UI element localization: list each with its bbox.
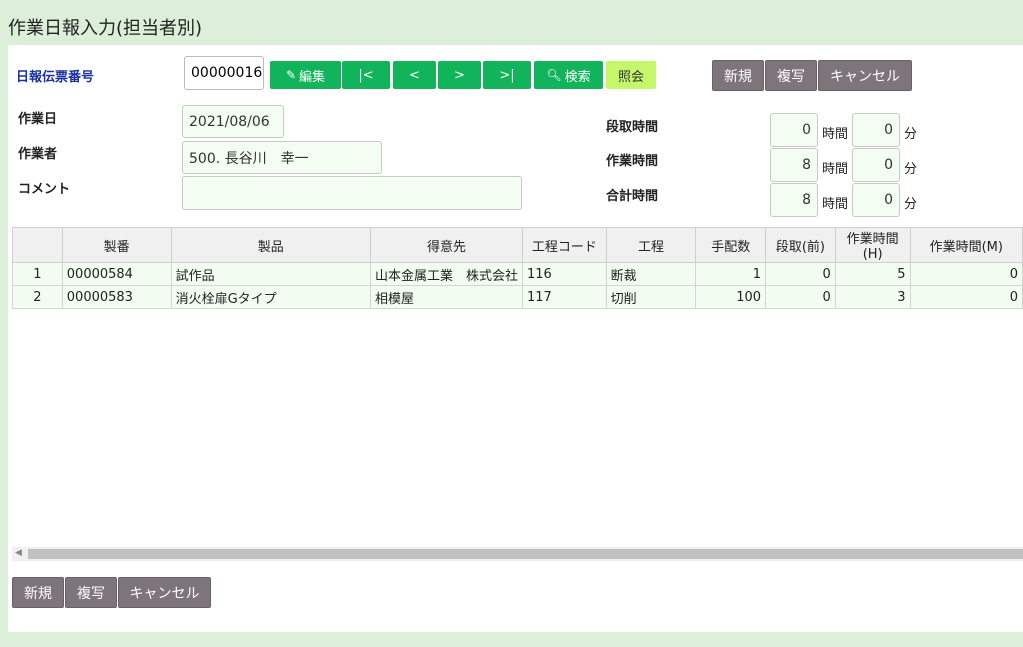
- setup-time-label: 段取時間: [606, 120, 659, 135]
- scroll-left-icon[interactable]: ◀: [15, 548, 22, 558]
- work-report-table: 製番 製品 得意先 工程コード 工程 手配数 段取(前) 作業時間(H) 作業時…: [12, 227, 1023, 309]
- total-time-label: 合計時間: [606, 189, 659, 204]
- horizontal-scrollbar[interactable]: ◀: [12, 547, 1023, 561]
- column-header-quantity[interactable]: 手配数: [695, 227, 767, 263]
- row-index-cell: 2: [12, 285, 63, 309]
- column-header-work-hours[interactable]: 作業時間(H): [834, 227, 911, 263]
- main-panel: 日報伝票番号 00000016 ✎ 編集 |< < > >| 🔍︎ 検索 照会 新規…: [8, 45, 1023, 632]
- column-header-customer[interactable]: 得意先: [369, 227, 524, 263]
- slip-number-input[interactable]: 00000016: [184, 56, 264, 90]
- serial-cell[interactable]: 00000583: [61, 285, 172, 309]
- last-record-button[interactable]: >|: [483, 61, 531, 89]
- copy-button-top[interactable]: 複写: [765, 60, 817, 91]
- total-hours-input[interactable]: 8: [770, 183, 818, 217]
- column-header-product[interactable]: 製品: [170, 227, 371, 263]
- column-header-setup[interactable]: 段取(前): [765, 227, 836, 263]
- work-hours-cell[interactable]: 3: [834, 285, 911, 309]
- setup-cell[interactable]: 0: [765, 285, 836, 309]
- product-cell[interactable]: 試作品: [170, 262, 371, 286]
- row-index-cell: 1: [12, 262, 63, 286]
- work-hours-input[interactable]: 8: [770, 148, 818, 182]
- scrollbar-thumb[interactable]: [28, 549, 1023, 559]
- setup-hours-input[interactable]: 0: [770, 113, 818, 147]
- copy-button-bottom[interactable]: 複写: [65, 577, 117, 608]
- table-header-row: 製番 製品 得意先 工程コード 工程 手配数 段取(前) 作業時間(H) 作業時…: [12, 227, 1023, 263]
- work-date-input[interactable]: 2021/08/06: [182, 105, 284, 138]
- next-record-button[interactable]: >: [438, 61, 481, 89]
- setup-minutes-unit: 分: [904, 127, 918, 142]
- total-minutes-input[interactable]: 0: [852, 183, 900, 217]
- column-header-work-minutes[interactable]: 作業時間(M): [909, 227, 1023, 263]
- worker-label: 作業者: [18, 147, 58, 162]
- process-code-cell[interactable]: 116: [522, 262, 607, 286]
- search-icon: 🔍︎: [546, 68, 562, 82]
- worker-input[interactable]: 500. 長谷川 幸一: [182, 141, 382, 174]
- comment-label: コメント: [18, 182, 71, 197]
- quantity-cell[interactable]: 1: [695, 262, 767, 286]
- table-row[interactable]: 1 00000584 試作品 山本金属工業 株式会社 116 断裁 1 0 5 …: [12, 262, 1023, 286]
- cancel-button-bottom[interactable]: キャンセル: [118, 577, 211, 608]
- search-button[interactable]: 🔍︎ 検索: [534, 61, 603, 89]
- customer-cell[interactable]: 相模屋: [369, 285, 524, 309]
- process-code-cell[interactable]: 117: [522, 285, 607, 309]
- new-button-top[interactable]: 新規: [712, 60, 764, 91]
- slip-number-label: 日報伝票番号: [16, 70, 95, 85]
- process-cell[interactable]: 切削: [605, 285, 697, 309]
- product-cell[interactable]: 消火栓扉Gタイプ: [170, 285, 371, 309]
- process-cell[interactable]: 断裁: [605, 262, 697, 286]
- inquiry-button[interactable]: 照会: [606, 61, 656, 89]
- edit-button[interactable]: ✎ 編集: [270, 61, 341, 89]
- table-row[interactable]: 2 00000583 消火栓扉Gタイプ 相模屋 117 切削 100 0 3 0: [12, 285, 1023, 309]
- work-minutes-input[interactable]: 0: [852, 148, 900, 182]
- work-minutes-cell[interactable]: 0: [909, 285, 1023, 309]
- prev-record-button[interactable]: <: [393, 61, 436, 89]
- comment-input[interactable]: [182, 176, 522, 210]
- total-hours-unit: 時間: [822, 197, 849, 212]
- edit-icon: ✎: [285, 68, 297, 82]
- serial-cell[interactable]: 00000584: [61, 262, 172, 286]
- page-title: 作業日報入力(担当者別): [8, 18, 203, 39]
- work-minutes-cell[interactable]: 0: [909, 262, 1023, 286]
- quantity-cell[interactable]: 100: [695, 285, 767, 309]
- cancel-button-top[interactable]: キャンセル: [818, 60, 912, 91]
- customer-cell[interactable]: 山本金属工業 株式会社: [369, 262, 524, 286]
- first-record-button[interactable]: |<: [342, 61, 390, 89]
- work-hours-unit: 時間: [822, 162, 849, 177]
- setup-minutes-input[interactable]: 0: [852, 113, 900, 147]
- column-header-index: [12, 227, 63, 263]
- column-header-process-code[interactable]: 工程コード: [522, 227, 607, 263]
- work-time-label: 作業時間: [606, 154, 659, 169]
- new-button-bottom[interactable]: 新規: [12, 577, 64, 608]
- work-hours-cell[interactable]: 5: [834, 262, 911, 286]
- total-minutes-unit: 分: [904, 197, 918, 212]
- column-header-serial[interactable]: 製番: [61, 227, 172, 263]
- setup-hours-unit: 時間: [822, 127, 849, 142]
- work-minutes-unit: 分: [904, 162, 918, 177]
- setup-cell[interactable]: 0: [765, 262, 836, 286]
- work-date-label: 作業日: [18, 112, 58, 127]
- column-header-process[interactable]: 工程: [605, 227, 697, 263]
